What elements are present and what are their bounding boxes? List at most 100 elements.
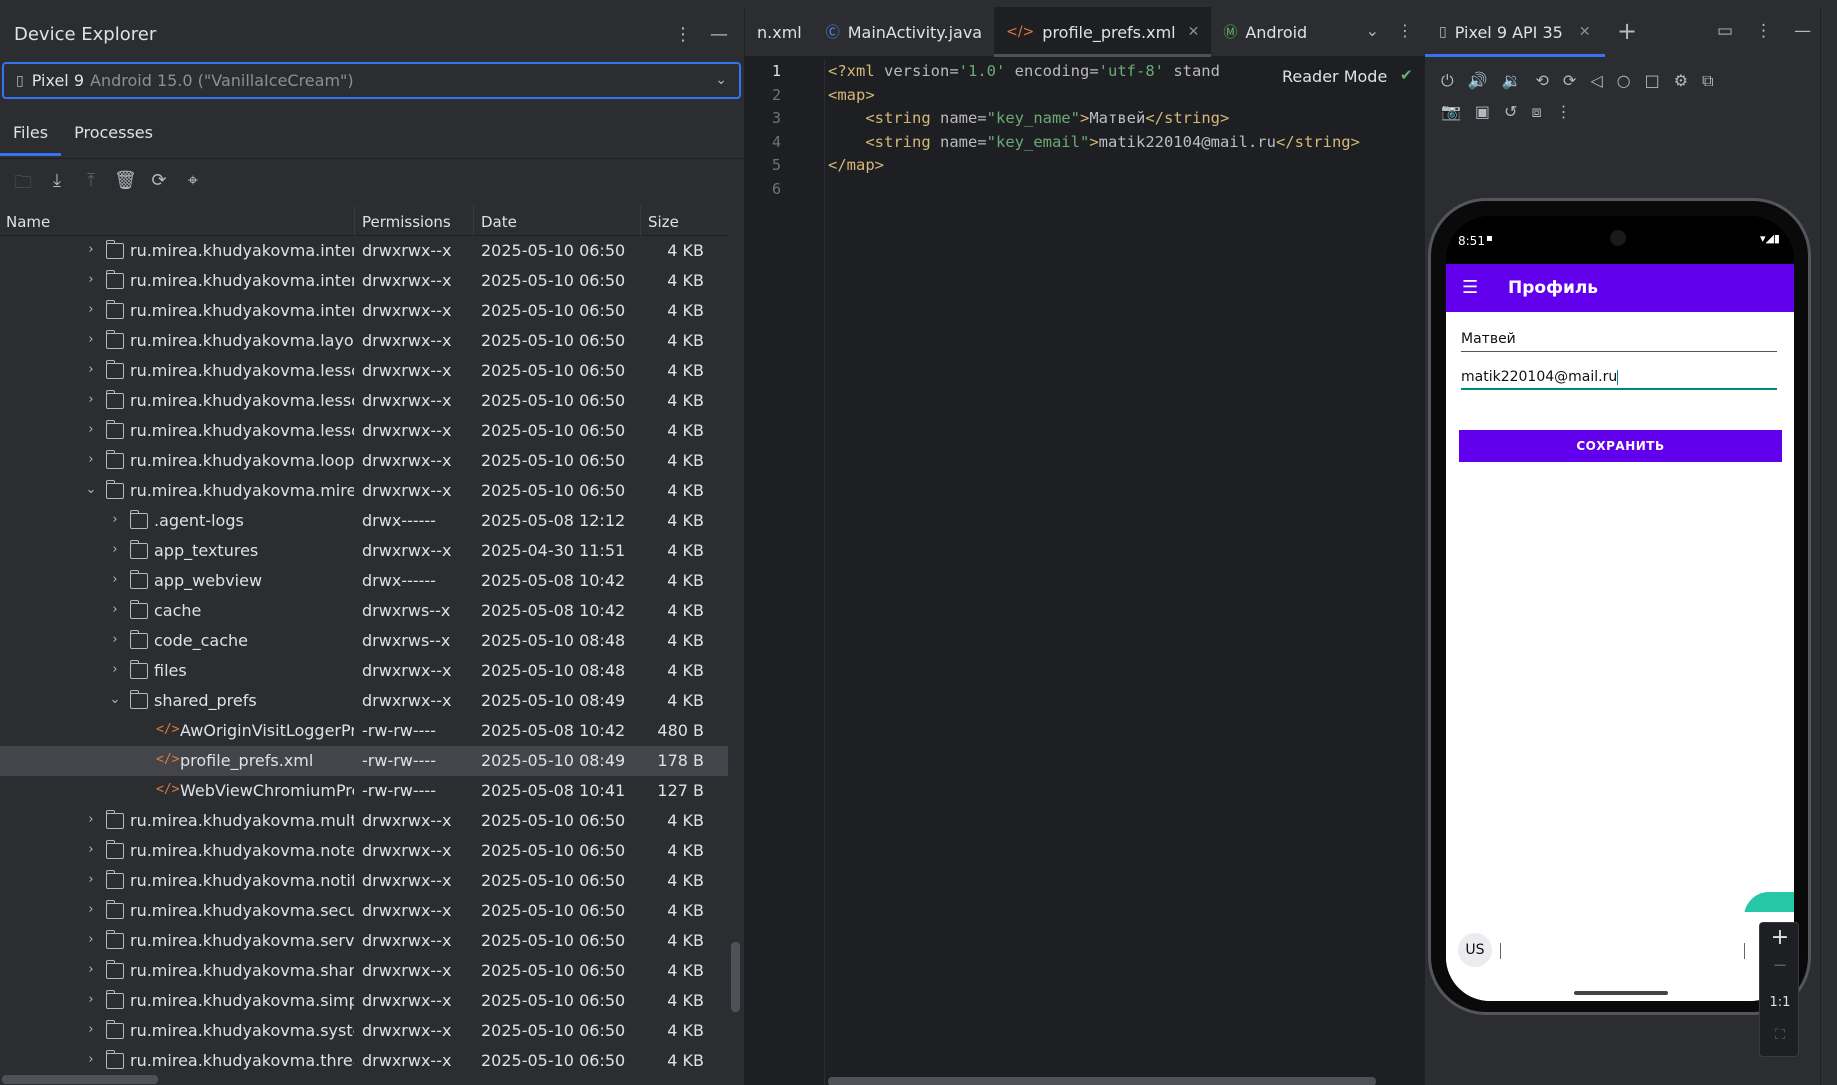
table-row[interactable]: › ru.mirea.khudyakovma.interna drwxrwx--x 2…	[0, 296, 728, 326]
table-row[interactable]: › ru.mirea.khudyakovma.intenta drwxrwx--x 2…	[0, 236, 728, 266]
upload-icon[interactable]: ⤒	[80, 170, 102, 200]
table-row[interactable]: › ru.mirea.khudyakovma.sharer drwxrwx--x 20…	[0, 956, 728, 986]
table-row[interactable]: › ru.mirea.khudyakovma.thread drwxrwx--x 20…	[0, 1046, 728, 1076]
expand-arrow-icon[interactable]: ›	[84, 242, 98, 257]
expand-arrow-icon[interactable]: ›	[84, 452, 98, 467]
column-name[interactable]: Name	[6, 213, 50, 231]
table-row[interactable]: › files drwxrwx--x 2025-05-10 08:48 4 KB	[0, 656, 728, 686]
table-row[interactable]: </> WebViewChromiumPref -rw-rw---- 2025-05-…	[0, 776, 728, 806]
menu-icon[interactable]: ☰	[1462, 277, 1478, 298]
device-selector[interactable]: ▯ Pixel 9 Android 15.0 ("VanillaIceCream…	[2, 62, 741, 99]
volume-down-icon[interactable]: 🔉	[1502, 71, 1522, 91]
snapshot-icon[interactable]: ⧉	[1702, 71, 1713, 91]
expand-arrow-icon[interactable]: ›	[108, 632, 122, 647]
expand-arrow-icon[interactable]: ›	[84, 332, 98, 347]
fit-screen-icon[interactable]: ⛶	[1760, 1027, 1800, 1043]
column-date[interactable]: Date	[481, 213, 517, 231]
expand-arrow-icon[interactable]: ›	[84, 422, 98, 437]
expand-arrow-icon[interactable]: ›	[84, 932, 98, 947]
editor-tab[interactable]: Ⓒ MainActivity.java	[814, 7, 994, 57]
locate-icon[interactable]: ⌖	[182, 170, 204, 200]
table-row[interactable]: › app_textures drwxrwx--x 2025-04-30 11:51 4…	[0, 536, 728, 566]
expand-arrow-icon[interactable]: ›	[84, 272, 98, 287]
table-row[interactable]: › ru.mirea.khudyakovma.intentf drwxrwx--x 2…	[0, 266, 728, 296]
table-row[interactable]: › ru.mirea.khudyakovma.layout drwxrwx--x 20…	[0, 326, 728, 356]
chevron-down-icon[interactable]: ⌄	[1366, 21, 1379, 40]
table-row[interactable]: › ru.mirea.khudyakovma.servic drwxrwx--x 20…	[0, 926, 728, 956]
expand-arrow-icon[interactable]: ›	[84, 872, 98, 887]
table-row[interactable]: › ru.mirea.khudyakovma.lesson drwxrwx--x 20…	[0, 356, 728, 386]
table-row[interactable]: </> profile_prefs.xml -rw-rw---- 2025-05-10…	[0, 746, 728, 776]
table-row[interactable]: › ru.mirea.khudyakovma.systen drwxrwx--x 20…	[0, 1016, 728, 1046]
emulator-tab[interactable]: ▯ Pixel 9 API 35 ✕	[1425, 7, 1605, 57]
name-field[interactable]: Матвей	[1461, 322, 1777, 352]
table-row[interactable]: › ru.mirea.khudyakovma.lesson drwxrwx--x 20…	[0, 416, 728, 446]
table-row[interactable]: › ru.mirea.khudyakovma.notebo drwxrwx--x 20…	[0, 836, 728, 866]
more-options-icon[interactable]: ⋮	[1397, 21, 1413, 40]
reader-mode-button[interactable]: Reader Mode	[1270, 64, 1400, 89]
table-row[interactable]: › ru.mirea.khudyakovma.secure drwxrwx--x 20…	[0, 896, 728, 926]
expand-arrow-icon[interactable]: ›	[108, 512, 122, 527]
tab-files[interactable]: Files	[0, 110, 62, 156]
collapse-arrow-icon[interactable]: ⌄	[84, 482, 98, 497]
add-device-icon[interactable]: +	[1617, 17, 1637, 45]
table-row[interactable]: › ru.mirea.khudyakovma.lesson drwxrwx--x 20…	[0, 386, 728, 416]
vertical-scrollbar[interactable]	[731, 942, 740, 1012]
horizontal-scrollbar[interactable]	[2, 1075, 158, 1084]
record-icon[interactable]: ▣	[1475, 102, 1490, 122]
editor-tab[interactable]: Ⓜ Android	[1211, 7, 1319, 57]
table-row[interactable]: ⌄ ru.mirea.khudyakovma.mireap drwxrwx--x 20…	[0, 476, 728, 506]
mirror-icon[interactable]: ⧈	[1531, 102, 1541, 122]
expand-arrow-icon[interactable]: ›	[84, 302, 98, 317]
rotate-right-icon[interactable]: ⟳	[1563, 71, 1576, 91]
editor-tab[interactable]: </> profile_prefs.xml ✕	[994, 7, 1212, 57]
expand-arrow-icon[interactable]: ›	[84, 362, 98, 377]
table-row[interactable]: › ru.mirea.khudyakovma.notific drwxrwx--x 2…	[0, 866, 728, 896]
collapse-arrow-icon[interactable]: ⌄	[108, 692, 122, 707]
device-settings-icon[interactable]: ⚙	[1674, 71, 1688, 91]
camera-icon[interactable]: 📷	[1441, 102, 1461, 122]
more-options-icon[interactable]: ⋮	[674, 24, 692, 45]
more-options-icon[interactable]: ⋮	[1556, 102, 1572, 122]
expand-arrow-icon[interactable]: ›	[84, 1052, 98, 1067]
expand-arrow-icon[interactable]: ›	[84, 842, 98, 857]
expand-arrow-icon[interactable]: ›	[84, 392, 98, 407]
expand-arrow-icon[interactable]: ›	[108, 662, 122, 677]
editor-tab[interactable]: n.xml	[745, 7, 814, 57]
table-row[interactable]: › code_cache drwxrws--x 2025-05-10 08:48 4 K…	[0, 626, 728, 656]
zoom-out-button[interactable]: −	[1760, 955, 1800, 976]
delete-icon[interactable]: 🗑	[114, 170, 137, 200]
save-button[interactable]: СОХРАНИТЬ	[1459, 430, 1782, 462]
sync-icon[interactable]: ⟳	[148, 170, 170, 200]
rotate-left-icon[interactable]: ⟲	[1536, 71, 1549, 91]
zoom-in-button[interactable]: +	[1760, 925, 1800, 950]
expand-arrow-icon[interactable]: ›	[84, 812, 98, 827]
zoom-actual-size-button[interactable]: 1:1	[1760, 995, 1800, 1010]
table-row[interactable]: › app_webview drwx------ 2025-05-08 10:42 4 …	[0, 566, 728, 596]
horizontal-scrollbar[interactable]	[828, 1077, 1376, 1085]
keyboard-bar[interactable]: US	[1446, 912, 1794, 1001]
email-field[interactable]: matik220104@mail.ru	[1461, 360, 1777, 390]
table-row[interactable]: › ru.mirea.khudyakovma.simple drwxrwx--x 20…	[0, 986, 728, 1016]
minimize-icon[interactable]: —	[710, 24, 728, 45]
window-icon[interactable]: ▭	[1717, 21, 1733, 41]
volume-up-icon[interactable]: 🔊	[1468, 71, 1488, 91]
keyboard-language[interactable]: US	[1458, 933, 1492, 967]
expand-arrow-icon[interactable]: ›	[84, 962, 98, 977]
overview-icon[interactable]: □	[1645, 71, 1660, 91]
expand-arrow-icon[interactable]: ›	[84, 902, 98, 917]
phone-screen[interactable]: 8:51 ▪ ▾◢▮ ☰ Профиль Матвей matik220104@…	[1446, 216, 1794, 1001]
home-icon[interactable]: ○	[1617, 71, 1631, 91]
table-row[interactable]: ⌄ shared_prefs drwxrwx--x 2025-05-10 08:49 4…	[0, 686, 728, 716]
table-row[interactable]: › ru.mirea.khudyakovma.multia drwxrwx--x 20…	[0, 806, 728, 836]
table-row[interactable]: </> AwOriginVisitLoggerPre -rw-rw---- 2025-…	[0, 716, 728, 746]
download-icon[interactable]: ⤓	[46, 170, 68, 200]
power-icon[interactable]: ⏻	[1441, 71, 1454, 91]
tab-processes[interactable]: Processes	[61, 110, 166, 155]
gesture-bar[interactable]	[1574, 991, 1668, 995]
table-row[interactable]: › .agent-logs drwx------ 2025-05-08 12:12 4 …	[0, 506, 728, 536]
expand-arrow-icon[interactable]: ›	[84, 1022, 98, 1037]
expand-arrow-icon[interactable]: ›	[108, 602, 122, 617]
back-icon[interactable]: ◁	[1590, 71, 1602, 91]
column-permissions[interactable]: Permissions	[362, 213, 451, 231]
